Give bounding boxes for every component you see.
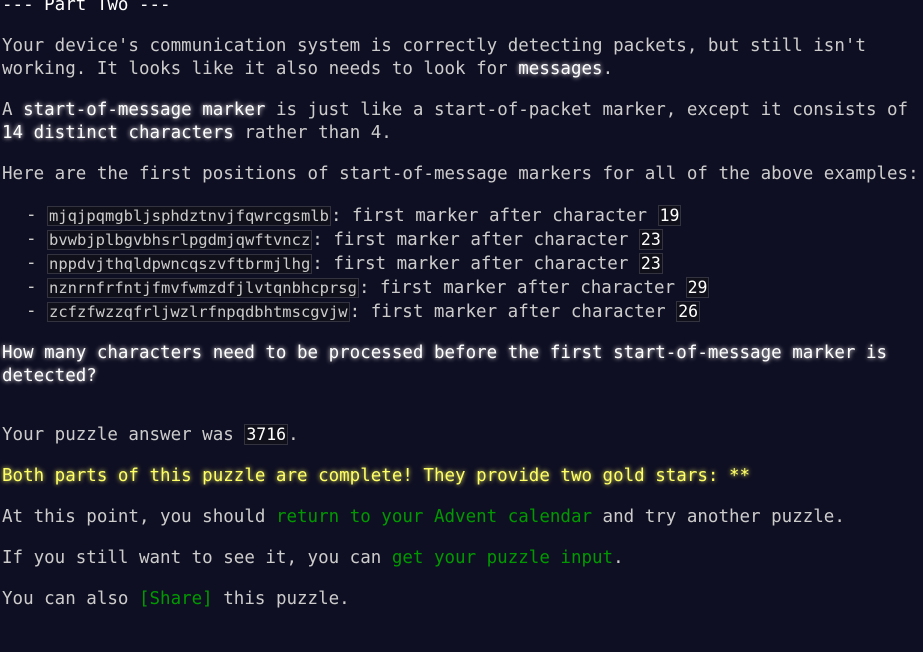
marker-text-3: rather than 4. <box>233 123 392 143</box>
share-link[interactable]: [Share] <box>139 589 213 609</box>
list-item: nznrnfrfntjfmvfwmzdfjlvtqnbhcprsg: first… <box>26 276 922 300</box>
intro-text-1: Your device's communication system is co… <box>2 36 866 79</box>
examples-intro: Here are the first positions of start-of… <box>2 164 919 184</box>
example-input: bvwbjplbgvbhsrlpgdmjqwftvncz <box>47 230 313 250</box>
marker-text-2: is just like a start-of-packet marker, e… <box>265 100 909 120</box>
calendar-suffix: and try another puzzle. <box>592 507 845 527</box>
examples-list: mjqjpqmgbljsphdztnvjfqwrcgsmlb: first ma… <box>2 204 922 324</box>
example-label: : first marker after character <box>330 206 658 226</box>
example-value: 23 <box>638 229 663 250</box>
answer-paragraph: Your puzzle answer was 3716. <box>2 423 922 447</box>
input-suffix: . <box>613 548 624 568</box>
list-item: zcfzfwzzqfrljwzlrfnpqdbhtmscgvjw: first … <box>26 300 922 324</box>
puzzle-input-link[interactable]: get your puzzle input <box>392 548 613 568</box>
emphasis-distinct-characters: 14 distinct characters <box>2 123 234 143</box>
example-value: 26 <box>676 301 701 322</box>
example-label: : first marker after character <box>358 278 686 298</box>
answer-suffix: . <box>288 425 299 445</box>
intro-paragraph: Your device's communication system is co… <box>2 35 922 81</box>
share-prefix: You can also <box>2 589 139 609</box>
question-paragraph: How many characters need to be processed… <box>2 343 888 386</box>
complete-message: Both parts of this puzzle are complete! … <box>2 466 751 486</box>
intro-text-2: . <box>602 59 614 79</box>
example-value: 29 <box>685 277 710 298</box>
answer-value: 3716 <box>244 424 289 445</box>
example-input: nznrnfrfntjfmvfwmzdfjlvtqnbhcprsg <box>47 278 359 298</box>
emphasis-start-of-message-marker: start-of-message marker <box>23 100 266 120</box>
list-item: nppdvjthqldpwncqszvftbrmjlhg: first mark… <box>26 252 922 276</box>
marker-text-1: A <box>2 100 24 120</box>
calendar-paragraph: At this point, you should return to your… <box>2 506 922 529</box>
share-suffix: this puzzle. <box>212 589 350 609</box>
advent-calendar-link[interactable]: return to your Advent calendar <box>276 507 592 527</box>
example-input: nppdvjthqldpwncqszvftbrmjlhg <box>47 254 313 274</box>
list-item: mjqjpqmgbljsphdztnvjfqwrcgsmlb: first ma… <box>26 204 922 228</box>
example-label: : first marker after character <box>349 302 677 322</box>
example-value: 23 <box>638 253 663 274</box>
example-input: mjqjpqmgbljsphdztnvjfqwrcgsmlb <box>47 206 331 226</box>
share-paragraph: You can also [Share] this puzzle. <box>2 588 922 611</box>
input-prefix: If you still want to see it, you can <box>2 548 392 568</box>
input-paragraph: If you still want to see it, you can get… <box>2 547 922 570</box>
list-item: bvwbjplbgvbhsrlpgdmjqwftvncz: first mark… <box>26 228 922 252</box>
example-label: : first marker after character <box>312 230 639 250</box>
marker-paragraph: A start-of-message marker is just like a… <box>2 99 922 145</box>
example-value: 19 <box>657 205 682 226</box>
answer-prefix: Your puzzle answer was <box>2 425 245 445</box>
example-label: : first marker after character <box>312 254 639 274</box>
calendar-prefix: At this point, you should <box>2 507 276 527</box>
part-two-heading: --- Part Two --- <box>2 0 171 15</box>
puzzle-article: --- Part Two --- Your device's communica… <box>2 0 922 629</box>
example-input: zcfzfwzzqfrljwzlrfnpqdbhtmscgvjw <box>47 302 350 322</box>
emphasis-messages: messages <box>518 59 603 79</box>
